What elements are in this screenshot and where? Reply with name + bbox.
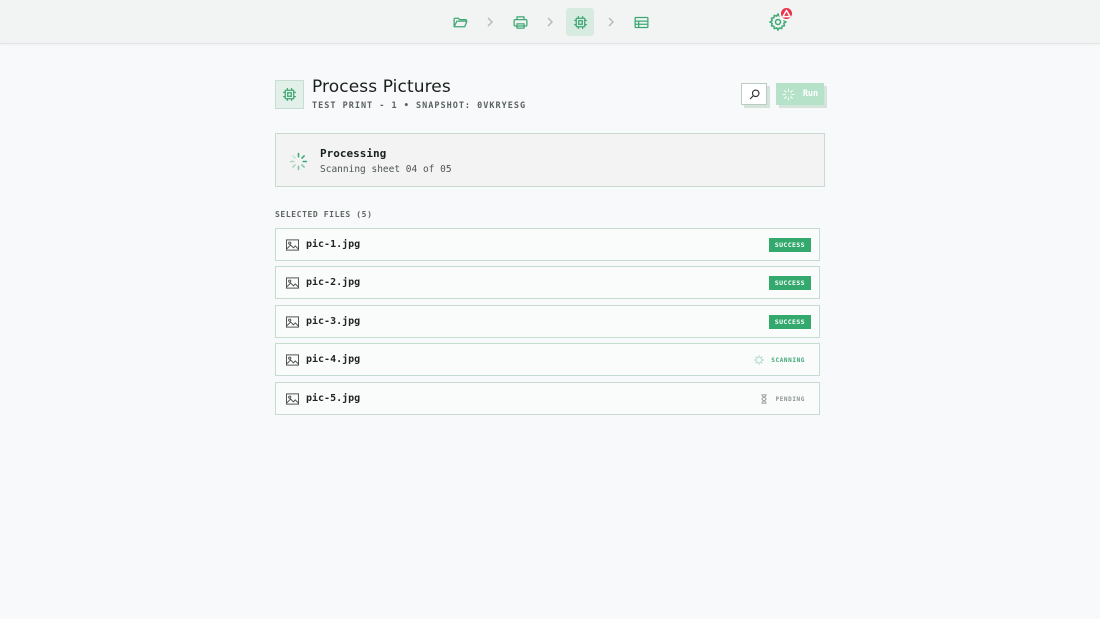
status-badge: SUCCESS [768, 238, 811, 252]
folder-open-icon [452, 17, 468, 27]
cpu-chip-icon [573, 15, 587, 29]
warning-triangle-icon [782, 9, 791, 18]
step-results[interactable] [627, 8, 655, 36]
chevron-right-icon [487, 17, 494, 27]
file-row[interactable]: pic-1.jpg SUCCESS [275, 228, 820, 261]
page-title: Process Pictures [312, 77, 451, 97]
image-file-icon [286, 316, 299, 328]
printer-icon [512, 15, 528, 29]
table-icon [633, 16, 649, 28]
image-file-icon [286, 239, 299, 251]
run-button[interactable]: Run [776, 83, 824, 105]
top-navigation-bar [0, 0, 1100, 44]
status-label: SCANNING [771, 356, 805, 364]
file-row[interactable]: pic-4.jpg SCANNING [275, 343, 820, 376]
status-label: PENDING [775, 395, 805, 403]
hourglass-icon [760, 394, 767, 404]
image-file-icon [286, 393, 299, 405]
file-name: pic-3.jpg [306, 316, 361, 327]
file-row[interactable]: pic-5.jpg PENDING [275, 382, 820, 415]
alert-badge[interactable] [779, 6, 794, 21]
status-badge: SUCCESS [768, 276, 811, 290]
status-badge: SCANNING [754, 354, 805, 366]
page-subtitle: TEST PRINT - 1 • SNAPSHOT: 0VKRYESG [312, 101, 527, 111]
processing-status-card: Processing Scanning sheet 04 of 05 [275, 133, 825, 187]
spinner-icon [754, 355, 764, 365]
spinner-icon [289, 152, 308, 171]
selected-files-label: SELECTED FILES (5) [275, 210, 373, 219]
status-badge: SUCCESS [768, 315, 811, 329]
step-open-files[interactable] [446, 8, 474, 36]
chevron-right-icon [547, 17, 554, 27]
file-row[interactable]: pic-2.jpg SUCCESS [275, 266, 820, 299]
run-button-label: Run [802, 89, 819, 99]
status-detail: Scanning sheet 04 of 05 [320, 164, 452, 175]
file-name: pic-1.jpg [306, 239, 361, 250]
status-title: Processing [320, 147, 387, 160]
spinner-icon [782, 88, 795, 100]
file-name: pic-2.jpg [306, 277, 361, 288]
process-header-icon [275, 80, 304, 109]
status-badge: PENDING [759, 393, 806, 405]
chevron-right-icon [608, 17, 615, 27]
search-icon [749, 88, 760, 99]
file-name: pic-5.jpg [306, 393, 361, 404]
image-file-icon [286, 354, 299, 366]
file-name: pic-4.jpg [306, 354, 361, 365]
cpu-chip-icon [283, 88, 296, 101]
step-process[interactable] [566, 8, 594, 36]
file-row[interactable]: pic-3.jpg SUCCESS [275, 305, 820, 338]
step-print[interactable] [506, 8, 534, 36]
image-file-icon [286, 277, 299, 289]
search-button[interactable] [741, 83, 767, 105]
